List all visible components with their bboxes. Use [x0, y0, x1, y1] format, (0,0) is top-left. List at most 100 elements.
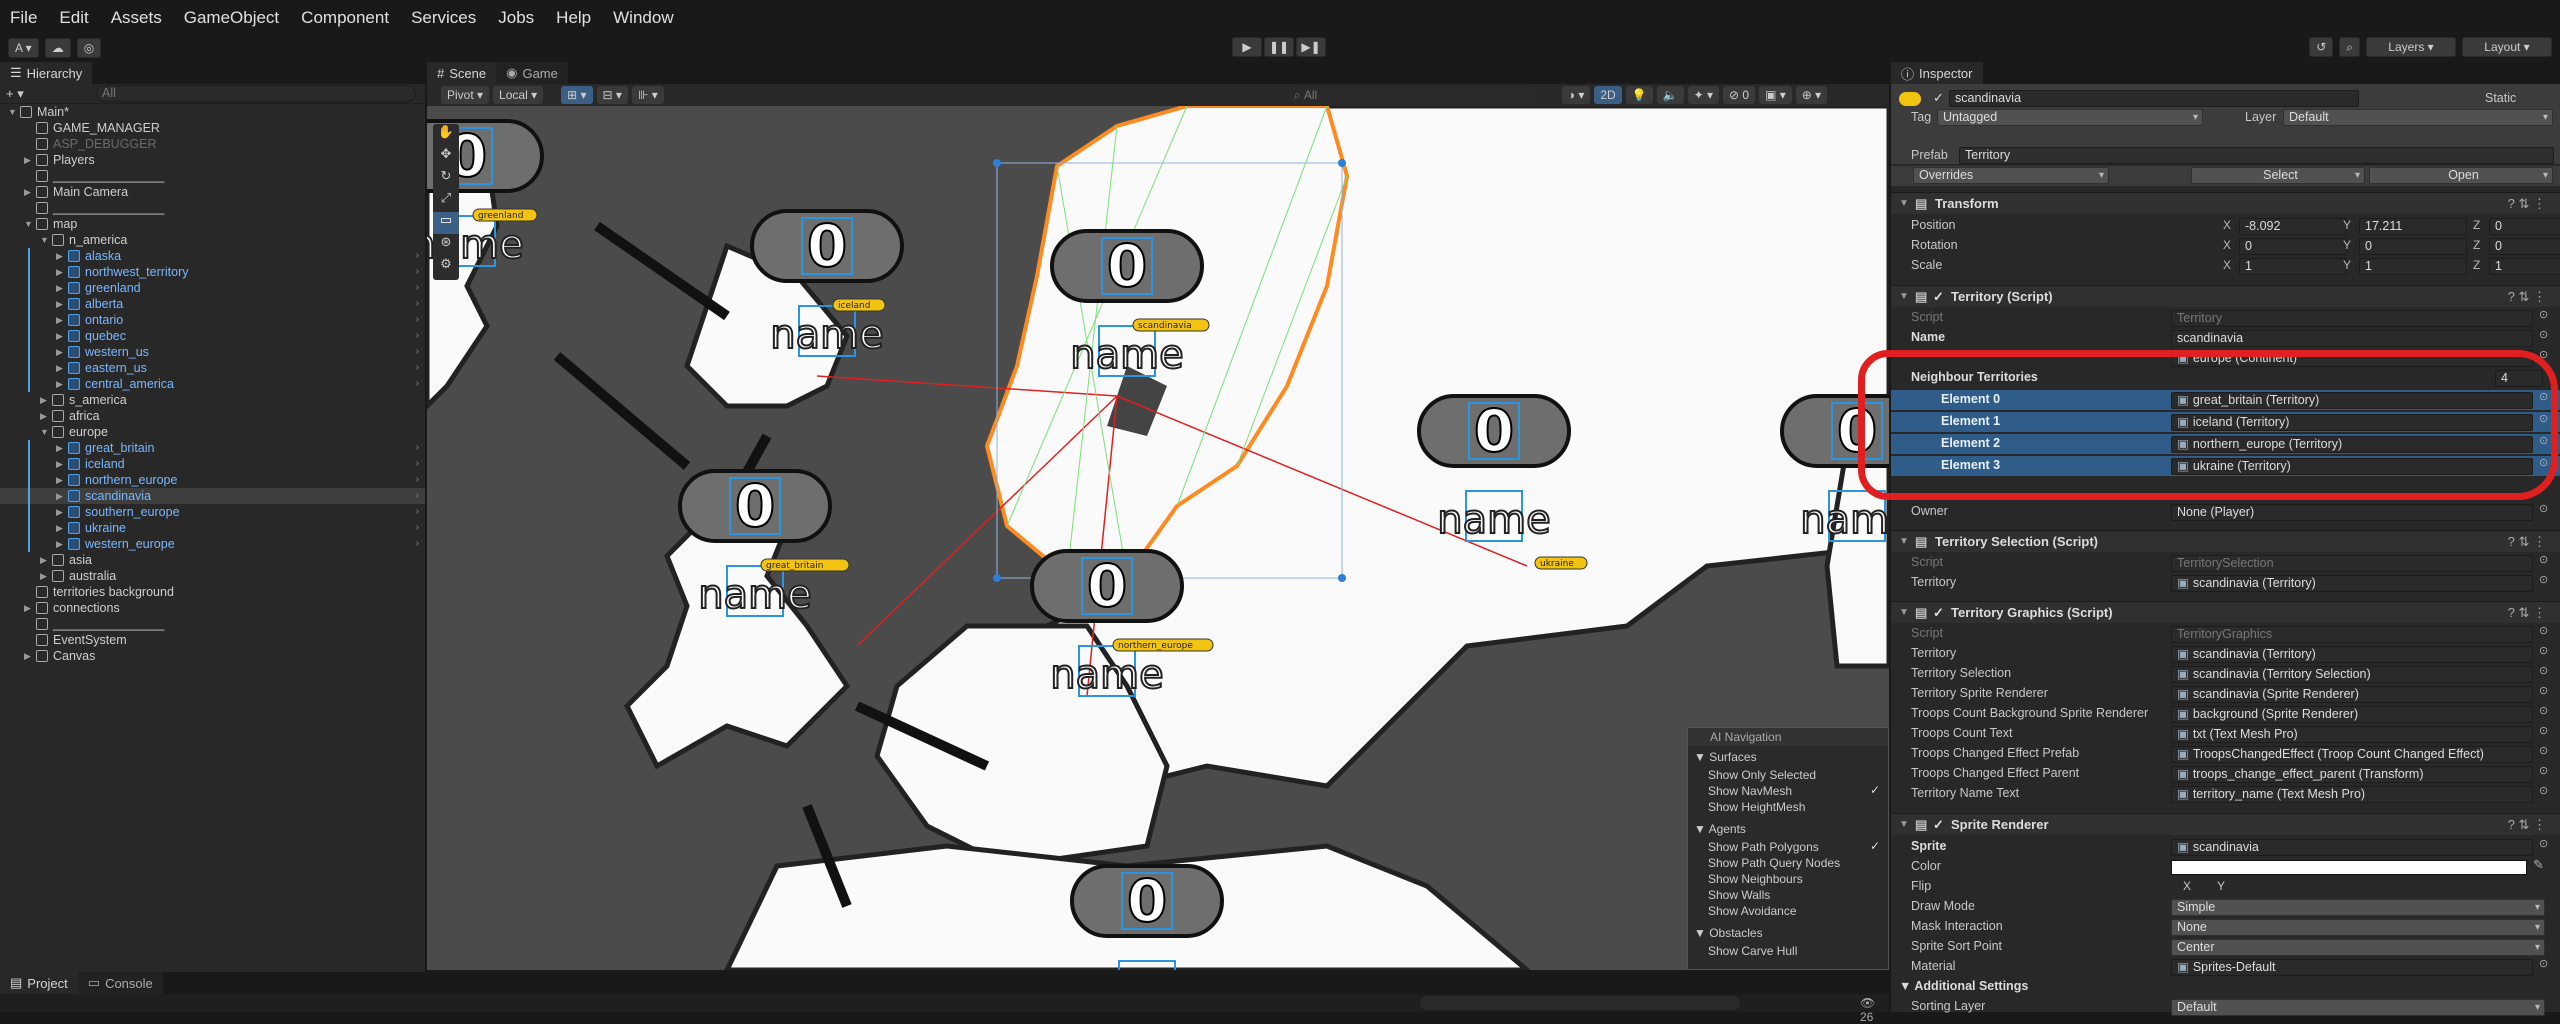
mask-interaction-dropdown[interactable]: None: [2171, 919, 2545, 936]
show-avoidance-toggle[interactable]: Show Avoidance: [1708, 904, 1797, 918]
collapse-arrow-icon[interactable]: ▶: [40, 408, 50, 424]
draw-mode-dropdown[interactable]: Simple: [2171, 899, 2545, 916]
hierarchy-item[interactable]: ASP_DEBUGGER: [0, 136, 425, 152]
history-icon[interactable]: ↺: [2309, 37, 2334, 57]
shading-mode-icon[interactable]: ◑ ▾: [1561, 86, 1591, 104]
tab-scene[interactable]: # Scene: [427, 62, 497, 84]
script-field[interactable]: Territory: [2171, 310, 2533, 327]
handle-top-left[interactable]: [993, 159, 1001, 167]
object-picker-icon[interactable]: ⊙: [2539, 573, 2548, 586]
object-picker-icon[interactable]: ⊙: [2539, 412, 2548, 425]
snap-increment-icon[interactable]: ⊟ ▾: [596, 86, 628, 104]
hierarchy-item[interactable]: ▶ alberta ›: [0, 296, 425, 312]
layout-dropdown[interactable]: Layout ▾: [2462, 37, 2552, 57]
prefab-open-arrow-icon[interactable]: ›: [416, 472, 419, 488]
graphics-row-field[interactable]: ▣ txt (Text Mesh Pro): [2171, 726, 2533, 743]
grid-snap-icon[interactable]: ⊞ ▾: [561, 86, 593, 104]
object-picker-icon[interactable]: ⊙: [2539, 502, 2548, 515]
continent-field[interactable]: ▣ europe (Continent): [2171, 350, 2533, 367]
object-picker-icon[interactable]: ⊙: [2539, 348, 2548, 361]
hierarchy-item[interactable]: ▶ western_europe ›: [0, 536, 425, 552]
rect-tool-icon[interactable]: ▭: [433, 212, 459, 234]
custom-tool-icon[interactable]: ⚙: [433, 256, 459, 278]
component-menu-icon[interactable]: ? ⇅ ⋮: [2508, 286, 2546, 308]
audio-icon[interactable]: 🔈: [1656, 86, 1684, 104]
show-path-query-nodes-toggle[interactable]: Show Path Query Nodes: [1708, 856, 1840, 870]
show-navmesh-checkmark-icon[interactable]: ✓: [1870, 783, 1880, 797]
flip-y-label[interactable]: Y: [2217, 879, 2225, 893]
sprite-field[interactable]: ▣ scandinavia: [2171, 839, 2533, 856]
prefab-open-arrow-icon[interactable]: ›: [416, 520, 419, 536]
object-picker-icon[interactable]: ⊙: [2539, 328, 2548, 341]
prefab-open-arrow-icon[interactable]: ›: [416, 440, 419, 456]
object-picker-icon[interactable]: ⊙: [2539, 684, 2548, 697]
menu-item-assets[interactable]: Assets: [111, 8, 162, 28]
collapse-arrow-icon[interactable]: ▶: [56, 280, 66, 296]
sprite-sort-point-dropdown[interactable]: Center: [2171, 939, 2545, 956]
graphics-row-field[interactable]: ▣ scandinavia (Sprite Renderer): [2171, 686, 2533, 703]
sorting-layer-dropdown[interactable]: Default: [2171, 999, 2545, 1016]
show-navmesh-toggle[interactable]: Show NavMesh: [1708, 784, 1792, 798]
surfaces-header[interactable]: ▼ Surfaces: [1694, 750, 1757, 764]
add-button[interactable]: + ▾: [6, 86, 24, 102]
position-x-input[interactable]: -8.092: [2239, 218, 2347, 235]
hierarchy-item[interactable]: ▼ n_america: [0, 232, 425, 248]
hierarchy-item[interactable]: ▶ s_america: [0, 392, 425, 408]
object-picker-icon[interactable]: ⊙: [2539, 664, 2548, 677]
menu-item-help[interactable]: Help: [556, 8, 591, 28]
collapse-arrow-icon[interactable]: ▶: [56, 296, 66, 312]
prefab-open-arrow-icon[interactable]: ›: [416, 456, 419, 472]
hierarchy-item[interactable]: ▶ alaska ›: [0, 248, 425, 264]
position-z-input[interactable]: 0: [2489, 218, 2560, 235]
eyedropper-icon[interactable]: ✎: [2533, 857, 2544, 873]
menu-item-gameobject[interactable]: GameObject: [184, 8, 279, 28]
collapse-arrow-icon[interactable]: ▶: [56, 536, 66, 552]
object-picker-icon[interactable]: ⊙: [2539, 704, 2548, 717]
hierarchy-item[interactable]: ▶ africa: [0, 408, 425, 424]
hierarchy-item[interactable]: ________________: [0, 168, 425, 184]
scale-y-input[interactable]: 1: [2359, 258, 2467, 275]
component-menu-icon[interactable]: ? ⇅ ⋮: [2508, 193, 2546, 215]
step-button[interactable]: ▶❚: [1296, 37, 1326, 57]
position-y-input[interactable]: 17.211: [2359, 218, 2467, 235]
show-path-polygons-checkmark-icon[interactable]: ✓: [1870, 839, 1880, 853]
hierarchy-item[interactable]: ▶ greenland ›: [0, 280, 425, 296]
hierarchy-item[interactable]: ▶ asia: [0, 552, 425, 568]
hierarchy-item[interactable]: ▶ eastern_us ›: [0, 360, 425, 376]
neighbour-element-field[interactable]: ▣ ukraine (Territory): [2171, 458, 2533, 475]
play-button[interactable]: ▶: [1232, 37, 1262, 57]
prefab-open-arrow-icon[interactable]: ›: [416, 328, 419, 344]
expand-arrow-icon[interactable]: ▼: [40, 232, 50, 248]
hierarchy-item[interactable]: ________________: [0, 200, 425, 216]
neighbour-element-field[interactable]: ▣ northern_europe (Territory): [2171, 436, 2533, 453]
prefab-open-arrow-icon[interactable]: ›: [416, 248, 419, 264]
collapse-arrow-icon[interactable]: ▶: [56, 440, 66, 456]
rotation-y-input[interactable]: 0: [2359, 238, 2467, 255]
prefab-asset-field[interactable]: Territory: [1959, 147, 2554, 164]
expand-arrow-icon[interactable]: ▼: [8, 104, 18, 120]
prefab-open-arrow-icon[interactable]: ›: [416, 488, 419, 504]
scene-search-input[interactable]: ⌕ All: [1287, 86, 1538, 104]
component-menu-icon[interactable]: ? ⇅ ⋮: [2508, 602, 2546, 624]
visibility-icon[interactable]: ⊘ 0: [1723, 86, 1756, 104]
prefab-open-arrow-icon[interactable]: ›: [416, 312, 419, 328]
hierarchy-item[interactable]: ▶ ontario ›: [0, 312, 425, 328]
neighbours-count-input[interactable]: 4: [2495, 370, 2543, 387]
collab-icon[interactable]: ◎: [76, 38, 102, 58]
component-menu-icon[interactable]: ? ⇅ ⋮: [2508, 531, 2546, 553]
hierarchy-item[interactable]: ▼ europe: [0, 424, 425, 440]
2d-toggle[interactable]: 2D: [1594, 86, 1622, 104]
hierarchy-item[interactable]: ▶ connections: [0, 600, 425, 616]
cloud-icon[interactable]: ☁: [44, 38, 71, 58]
menu-item-services[interactable]: Services: [411, 8, 476, 28]
flip-x-label[interactable]: X: [2183, 879, 2191, 893]
color-swatch[interactable]: [2171, 860, 2527, 875]
static-label[interactable]: Static: [2485, 91, 2516, 105]
handle-top-right[interactable]: [1338, 159, 1346, 167]
pivot-dropdown[interactable]: Pivot ▾: [441, 86, 490, 104]
menu-item-edit[interactable]: Edit: [59, 8, 88, 28]
active-checkbox[interactable]: ✓: [1933, 90, 1944, 106]
project-search-input[interactable]: [1420, 996, 1740, 1010]
collapse-arrow-icon[interactable]: ▶: [24, 152, 34, 168]
foldout-arrow-icon[interactable]: ▼: [1899, 814, 1909, 836]
